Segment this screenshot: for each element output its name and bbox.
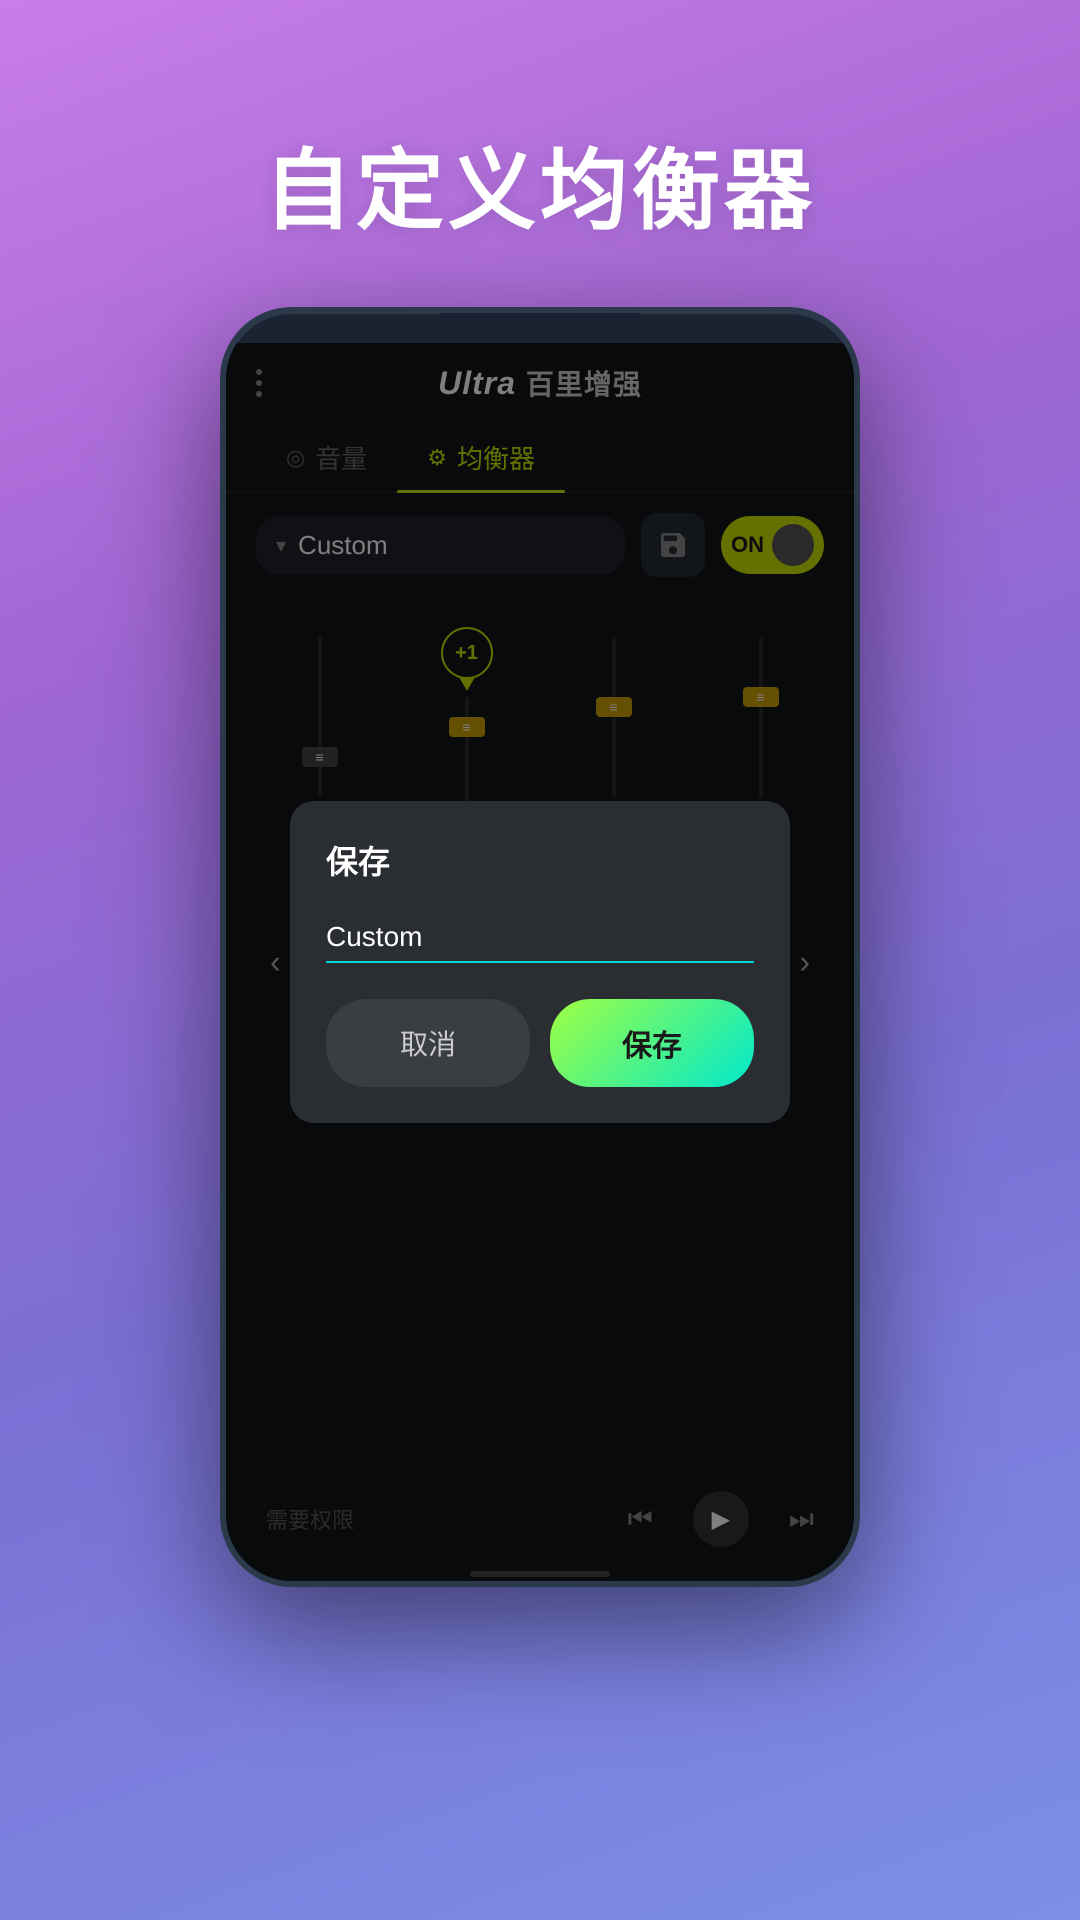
phone-screen: Ultra 百里增强 ◎ 音量 ⚙ 均衡器 ▾ Custom	[226, 343, 854, 1581]
page-title-text: 自定义均衡器	[264, 120, 816, 247]
dialog-arrow-left: ‹	[270, 944, 281, 981]
dialog-overlay: ‹ › 保存 取消 保存	[226, 343, 854, 1581]
confirm-save-button[interactable]: 保存	[550, 999, 754, 1087]
dialog-title: 保存	[326, 837, 754, 883]
dialog-box: ‹ › 保存 取消 保存	[290, 801, 790, 1123]
dialog-buttons: 取消 保存	[326, 999, 754, 1087]
cancel-button[interactable]: 取消	[326, 999, 530, 1087]
phone-frame: Ultra 百里增强 ◎ 音量 ⚙ 均衡器 ▾ Custom	[220, 307, 860, 1587]
dialog-arrow-right: ›	[799, 944, 810, 981]
dialog-input-wrapper	[326, 913, 754, 963]
phone-notch	[440, 313, 640, 343]
dialog-name-input[interactable]	[326, 913, 754, 963]
